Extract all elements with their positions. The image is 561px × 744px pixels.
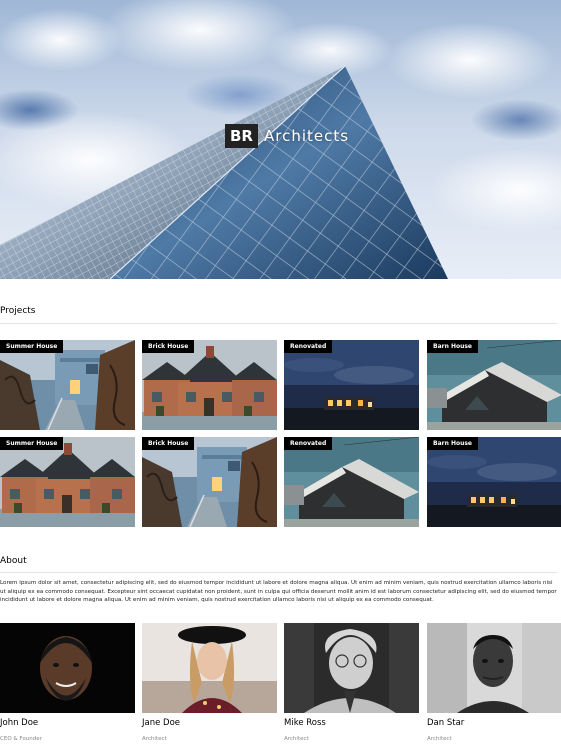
project-label: Renovated [284,437,333,450]
team-member-name: John Doe [0,718,39,728]
project-tile[interactable]: Barn House [427,437,561,527]
project-label: Barn House [427,340,478,353]
project-tile[interactable]: Brick House [142,437,277,527]
project-label: Summer House [0,437,64,450]
project-label: Brick House [142,340,195,353]
team-member-role: Architect [427,736,452,742]
about-divider [0,572,557,573]
project-tile[interactable]: Summer House [0,340,135,430]
team-member-photo [142,623,277,713]
hero-banner: BR Architects [0,0,561,279]
project-image [284,340,419,430]
team-member-role: CEO & Founder [0,736,42,742]
portrait-image [427,623,561,713]
team-member-photo [427,623,561,713]
project-image [0,437,135,527]
team-member-role: Architect [142,736,167,742]
project-image [427,340,561,430]
portrait-image [142,623,277,713]
project-image [284,437,419,527]
brand-mark: BR [225,124,258,148]
project-image [427,437,561,527]
project-tile[interactable]: Renovated [284,437,419,527]
brand-name: Architects [263,127,350,145]
team-member-name: Jane Doe [142,718,181,728]
team-member-name: Mike Ross [284,718,326,728]
project-tile[interactable]: Barn House [427,340,561,430]
project-label: Summer House [0,340,64,353]
project-tile[interactable]: Summer House [0,437,135,527]
project-image [142,340,277,430]
team-member-photo [284,623,419,713]
about-paragraph: Lorem ipsum dolor sit amet, consectetur … [0,580,557,603]
portrait-image [0,623,135,713]
project-tile[interactable]: Renovated [284,340,419,430]
project-label: Barn House [427,437,478,450]
portrait-image [284,623,419,713]
project-label: Brick House [142,437,195,450]
projects-divider [0,323,557,324]
project-label: Renovated [284,340,333,353]
projects-heading: Projects [0,306,36,316]
team-member-photo [0,623,135,713]
brand-logo[interactable]: BR Architects [225,124,349,148]
team-member-role: Architect [284,736,309,742]
about-heading: About [0,556,27,566]
project-image [142,437,277,527]
project-image [0,340,135,430]
project-tile[interactable]: Brick House [142,340,277,430]
team-member-name: Dan Star [427,718,465,728]
